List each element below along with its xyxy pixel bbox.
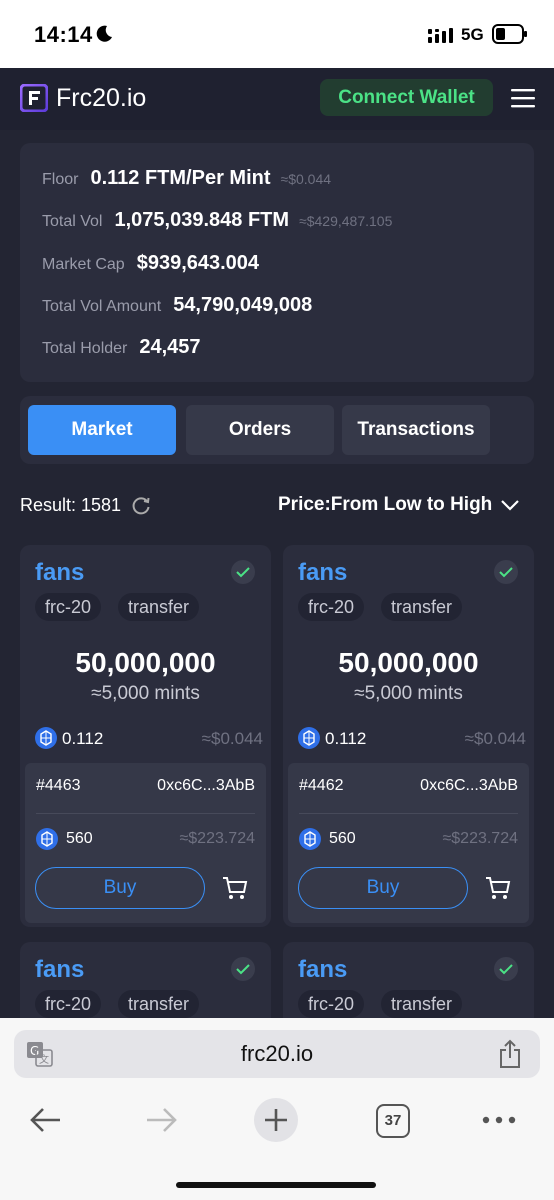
order-details: #4463 0xc6C...3AbB 560 ≈$223.724 Buy xyxy=(25,763,266,923)
sort-dropdown[interactable]: Price:From Low to High xyxy=(278,494,520,516)
floor-label: Floor xyxy=(42,171,79,188)
total-holder-value: 24,457 xyxy=(139,336,201,358)
total-vol-amount-label: Total Vol Amount xyxy=(42,298,162,315)
listing-card[interactable]: fans frc-20 transfer 50,000,000 ≈5,000 m… xyxy=(283,545,534,927)
divider xyxy=(299,813,518,814)
type-chip: transfer xyxy=(381,990,463,1018)
type-chip: transfer xyxy=(118,593,200,621)
home-indicator xyxy=(176,1182,376,1188)
seller-address[interactable]: 0xc6C...3AbB xyxy=(420,777,518,795)
moon-icon xyxy=(96,25,112,42)
hamburger-menu-icon[interactable] xyxy=(511,88,535,108)
listing-id: #4462 xyxy=(299,777,344,794)
tab-market[interactable]: Market xyxy=(28,405,176,455)
floor-value: 0.112 FTM/Per Mint xyxy=(90,167,271,189)
ticker: fans xyxy=(298,956,348,983)
type-chip: transfer xyxy=(118,990,200,1018)
total-price-row: 560 ≈$223.724 xyxy=(36,827,255,853)
signal-icon xyxy=(428,28,453,43)
total-vol-amount-row: Total Vol Amount 54,790,049,008 xyxy=(42,294,322,317)
ticker: fans xyxy=(298,559,348,586)
verified-check-icon xyxy=(494,957,518,981)
token-stats-panel: Floor 0.112 FTM/Per Mint ≈$0.044 Total V… xyxy=(20,143,534,382)
total-vol-label: Total Vol xyxy=(42,213,103,230)
verified-check-icon xyxy=(231,560,255,584)
unit-price-row: 0.112 ≈$0.044 xyxy=(35,727,263,751)
network-label: 5G xyxy=(461,25,484,44)
url-text: frc20.io xyxy=(240,1041,314,1066)
fantom-icon xyxy=(298,727,320,749)
ticker: fans xyxy=(35,559,85,586)
refresh-icon[interactable] xyxy=(131,496,151,516)
fantom-icon xyxy=(299,828,321,850)
unit-price-usd: ≈$0.044 xyxy=(201,729,263,748)
verified-check-icon xyxy=(231,957,255,981)
order-details: #4462 0xc6C...3AbB 560 ≈$223.724 Buy xyxy=(288,763,529,923)
top-nav: Frc20.io Connect Wallet xyxy=(0,68,554,130)
total-holder-row: Total Holder 24,457 xyxy=(42,336,211,359)
fantom-icon xyxy=(35,727,57,749)
floor-approx: ≈$0.044 xyxy=(280,171,332,187)
market-cap-value: $939,643.004 xyxy=(136,252,260,274)
listing-card[interactable]: fans frc-20 transfer 50,000,000 ≈5,000 m… xyxy=(20,545,271,927)
address-bar[interactable]: G 文 frc20.io xyxy=(14,1030,540,1078)
unit-price: 0.112 xyxy=(325,729,367,748)
protocol-chip: frc-20 xyxy=(35,990,102,1018)
total-vol-amount-value: 54,790,049,008 xyxy=(173,294,313,316)
cart-icon[interactable] xyxy=(484,874,512,902)
tab-transactions[interactable]: Transactions xyxy=(342,405,490,455)
market-cap-label: Market Cap xyxy=(42,256,125,273)
total-price-row: 560 ≈$223.724 xyxy=(299,827,518,853)
mints-count: ≈5,000 mints xyxy=(354,683,463,704)
status-time: 14:14 xyxy=(34,22,93,47)
connect-wallet-button[interactable]: Connect Wallet xyxy=(320,79,493,116)
back-arrow-icon[interactable] xyxy=(28,1098,64,1142)
result-label: Result: 1581 xyxy=(20,495,122,515)
total-vol-approx: ≈$429,487.105 xyxy=(299,213,393,229)
tabs-count-button[interactable]: 37 xyxy=(376,1104,410,1138)
browser-toolbar: G 文 frc20.io 37 xyxy=(0,1018,554,1200)
type-chip: transfer xyxy=(381,593,463,621)
protocol-chip: frc-20 xyxy=(35,593,102,621)
logo-text[interactable]: Frc20.io xyxy=(56,84,146,113)
total-price-usd: ≈$223.724 xyxy=(442,830,518,847)
verified-check-icon xyxy=(494,560,518,584)
cart-icon[interactable] xyxy=(221,874,249,902)
total-price-usd: ≈$223.724 xyxy=(179,830,255,847)
forward-arrow-icon[interactable] xyxy=(143,1098,179,1142)
total-price: 560 xyxy=(329,830,356,847)
protocol-chip: frc-20 xyxy=(298,593,365,621)
tab-orders[interactable]: Orders xyxy=(186,405,334,455)
result-count: Result: 1581 xyxy=(20,495,151,516)
total-vol-value: 1,075,039.848 FTM xyxy=(114,209,290,231)
sort-label: Price:From Low to High xyxy=(278,494,493,515)
unit-price: 0.112 xyxy=(62,729,104,748)
divider xyxy=(36,813,255,814)
seller-address[interactable]: 0xc6C...3AbB xyxy=(157,777,255,795)
fantom-icon xyxy=(36,828,58,850)
total-vol-row: Total Vol 1,075,039.848 FTM ≈$429,487.10… xyxy=(42,209,392,232)
share-icon[interactable] xyxy=(498,1039,522,1069)
status-bar: 14:14 5G xyxy=(0,0,554,68)
total-price: 560 xyxy=(66,830,93,847)
more-icon[interactable] xyxy=(481,1098,517,1142)
buy-button[interactable]: Buy xyxy=(35,867,205,909)
unit-price-row: 0.112 ≈$0.044 xyxy=(298,727,526,751)
chevron-down-icon xyxy=(501,500,520,511)
buy-button[interactable]: Buy xyxy=(298,867,468,909)
token-amount: 50,000,000 xyxy=(75,647,216,678)
battery-icon xyxy=(492,24,527,44)
unit-price-usd: ≈$0.044 xyxy=(464,729,526,748)
market-cap-row: Market Cap $939,643.004 xyxy=(42,252,269,275)
new-tab-icon[interactable] xyxy=(252,1098,300,1142)
frc20-logo-icon[interactable] xyxy=(20,84,48,112)
floor-row: Floor 0.112 FTM/Per Mint ≈$0.044 xyxy=(42,167,331,190)
token-amount: 50,000,000 xyxy=(338,647,479,678)
mints-count: ≈5,000 mints xyxy=(91,683,200,704)
total-holder-label: Total Holder xyxy=(42,340,128,357)
view-tabs: Market Orders Transactions xyxy=(20,396,534,464)
listing-id: #4463 xyxy=(36,777,81,794)
ticker: fans xyxy=(35,956,85,983)
protocol-chip: frc-20 xyxy=(298,990,365,1018)
